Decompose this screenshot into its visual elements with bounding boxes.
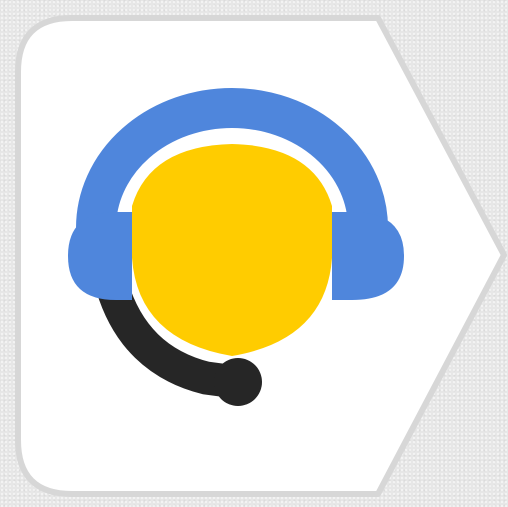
right-ear-cup: [332, 212, 404, 300]
microphone-tip: [214, 358, 262, 406]
face: [132, 144, 332, 356]
app-icon-tile: [15, 15, 507, 497]
icon-preview-canvas: [0, 0, 508, 507]
